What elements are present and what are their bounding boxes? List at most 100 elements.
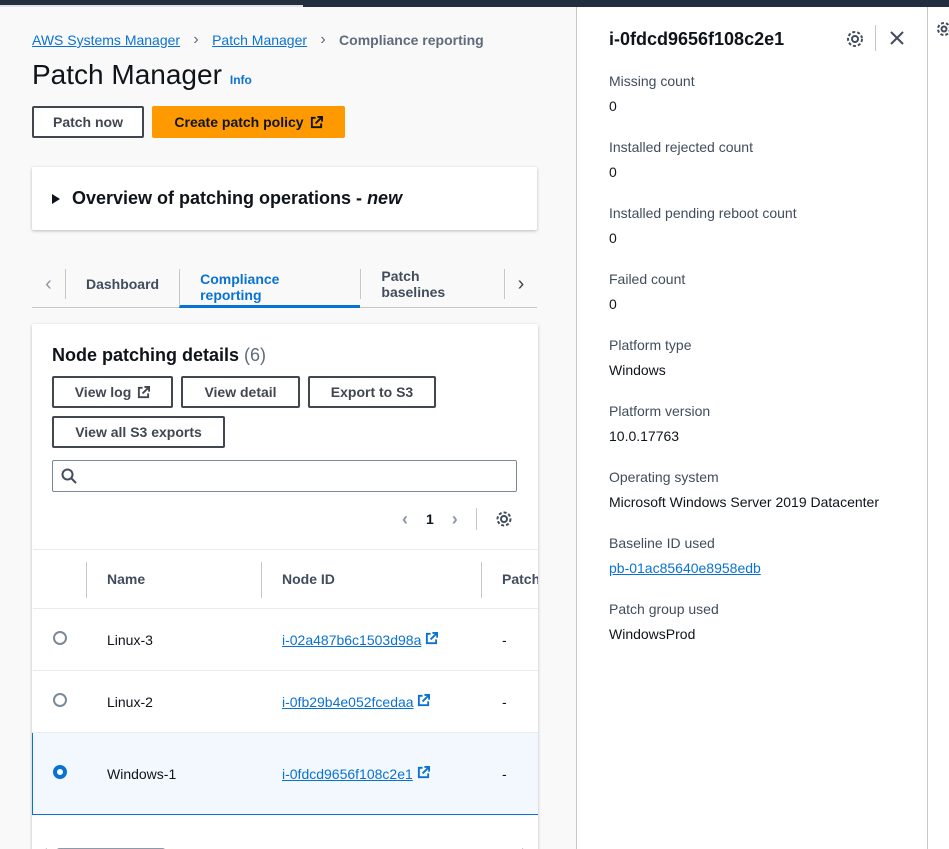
overview-expandable-section[interactable]: Overview of patching operations - new [32, 167, 537, 230]
export-to-s3-button[interactable]: Export to S3 [308, 376, 436, 408]
caret-right-icon [52, 193, 60, 204]
field-value: 0 [609, 296, 617, 312]
pagination-divider [475, 508, 477, 530]
table-row[interactable]: Linux-3 i-02a487b6c1503d98a - [32, 608, 538, 671]
external-link-icon[interactable] [417, 765, 430, 779]
view-log-button[interactable]: View log [52, 376, 173, 408]
overview-title: Overview of patching operations - new [72, 188, 402, 209]
view-detail-button[interactable]: View detail [181, 376, 300, 408]
node-actions-row-2: View all S3 exports [52, 416, 225, 448]
main-content: AWS Systems Manager › Patch Manager › Co… [0, 7, 576, 849]
page-title: Patch Manager [32, 59, 222, 90]
row-select-cell [32, 732, 87, 815]
field-failed-count: Failed count 0 [609, 271, 685, 312]
table-header-row: Name Node ID Patch [32, 549, 538, 609]
node-table: Name Node ID Patch Linux-3 i-02a487b6c15… [32, 549, 538, 815]
export-to-s3-label: Export to S3 [330, 384, 414, 400]
tab-bar: ‹ Dashboard Compliance reporting Patch b… [32, 261, 537, 308]
info-link[interactable]: Info [230, 73, 252, 87]
field-value: 10.0.17763 [609, 428, 680, 444]
breadcrumb-systems-manager[interactable]: AWS Systems Manager [32, 32, 180, 48]
patch-now-button[interactable]: Patch now [32, 106, 144, 138]
field-installed-rejected-count: Installed rejected count 0 [609, 139, 753, 180]
field-label: Installed pending reboot count [609, 205, 797, 221]
field-label: Platform type [609, 337, 692, 353]
previous-page-icon[interactable]: ‹ [402, 509, 408, 530]
page-number[interactable]: 1 [426, 511, 434, 527]
field-patch-group: Patch group used WindowsProd [609, 601, 719, 642]
breadcrumb: AWS Systems Manager › Patch Manager › Co… [32, 31, 484, 49]
close-icon[interactable] [887, 28, 907, 48]
field-label: Operating system [609, 469, 719, 485]
external-link-icon[interactable] [425, 631, 439, 645]
field-platform-type: Platform type Windows [609, 337, 691, 378]
node-id-link[interactable]: i-02a487b6c1503d98a [282, 632, 421, 648]
field-value: Windows [609, 362, 666, 378]
field-label: Failed count [609, 271, 686, 287]
row-radio-button-selected[interactable] [53, 765, 67, 779]
field-operating-system: Operating system Microsoft Windows Serve… [609, 469, 879, 510]
gear-icon[interactable] [495, 510, 513, 528]
panel-header-divider [875, 25, 876, 51]
field-value: Microsoft Windows Server 2019 Datacenter [609, 494, 879, 510]
next-page-icon[interactable]: › [452, 509, 458, 530]
field-value: pb-01ac85640e8958edb [609, 560, 761, 576]
node-id-link[interactable]: i-0fb29b4e052fcedaa [282, 694, 414, 710]
node-patching-details-container: Node patching details (6) View log View … [32, 324, 538, 849]
table-row-selected[interactable]: Windows-1 i-0fdcd9656f108c2e1 - [32, 732, 538, 815]
pagination: ‹ 1 › [402, 508, 513, 530]
gear-icon[interactable] [845, 29, 865, 49]
row-radio-button[interactable] [52, 631, 67, 645]
field-label: Patch group used [609, 601, 719, 617]
row-patch: - [482, 608, 538, 671]
breadcrumb-current: Compliance reporting [339, 32, 484, 48]
create-patch-policy-button[interactable]: Create patch policy [152, 106, 345, 138]
breadcrumb-patch-manager[interactable]: Patch Manager [212, 32, 307, 48]
field-value: 0 [609, 98, 617, 114]
top-navigation-bar [0, 0, 949, 7]
row-node-id-cell: i-02a487b6c1503d98a [262, 608, 482, 671]
search-input[interactable] [52, 460, 517, 492]
row-select-cell [32, 670, 87, 733]
column-header-node-id[interactable]: Node ID [262, 549, 482, 609]
row-select-cell [32, 608, 87, 671]
row-radio-button[interactable] [52, 693, 67, 707]
page-header: Patch Manager Info [32, 59, 252, 91]
tabs-scroll-right-icon[interactable]: › [504, 269, 537, 299]
tab-dashboard[interactable]: Dashboard [64, 269, 179, 299]
field-label: Platform version [609, 403, 711, 419]
view-log-label: View log [74, 384, 132, 400]
baseline-id-link[interactable]: pb-01ac85640e8958edb [609, 560, 761, 576]
view-all-s3-exports-button[interactable]: View all S3 exports [52, 416, 225, 448]
overview-new-badge: new [367, 188, 403, 208]
table-row[interactable]: Linux-2 i-0fb29b4e052fcedaa - [32, 670, 538, 733]
chevron-right-icon: › [193, 31, 199, 48]
column-header-name[interactable]: Name [87, 549, 262, 609]
view-all-s3-label: View all S3 exports [75, 424, 202, 440]
node-id-link[interactable]: i-0fdcd9656f108c2e1 [282, 766, 413, 782]
search-icon [61, 468, 77, 484]
right-tools-strip [927, 7, 949, 849]
details-split-panel: i-0fdcd9656f108c2e1 Missing count 0 Inst… [577, 7, 927, 849]
node-patching-details-title: Node patching details (6) [52, 345, 266, 366]
row-name: Linux-2 [87, 670, 262, 733]
external-link-icon[interactable] [417, 693, 431, 707]
gear-icon[interactable] [936, 21, 949, 37]
tabs-scroll-left-icon[interactable]: ‹ [32, 261, 65, 307]
field-platform-version: Platform version 10.0.17763 [609, 403, 710, 444]
field-value: 0 [609, 230, 617, 246]
field-missing-count: Missing count 0 [609, 73, 695, 114]
overview-title-text: Overview of patching operations - [72, 188, 368, 208]
external-link-icon [310, 115, 323, 128]
row-node-id-cell: i-0fb29b4e052fcedaa [262, 670, 482, 733]
field-label: Baseline ID used [609, 535, 715, 551]
select-column-header [32, 549, 87, 609]
external-link-icon [138, 385, 151, 398]
tab-patch-baselines[interactable]: Patch baselines [360, 268, 504, 300]
field-value: 0 [609, 164, 617, 180]
field-label: Installed rejected count [609, 139, 753, 155]
column-header-patch[interactable]: Patch [482, 549, 538, 609]
row-name: Windows-1 [87, 732, 262, 815]
tab-compliance-reporting[interactable]: Compliance reporting [179, 269, 361, 308]
chevron-right-icon: › [320, 31, 326, 48]
